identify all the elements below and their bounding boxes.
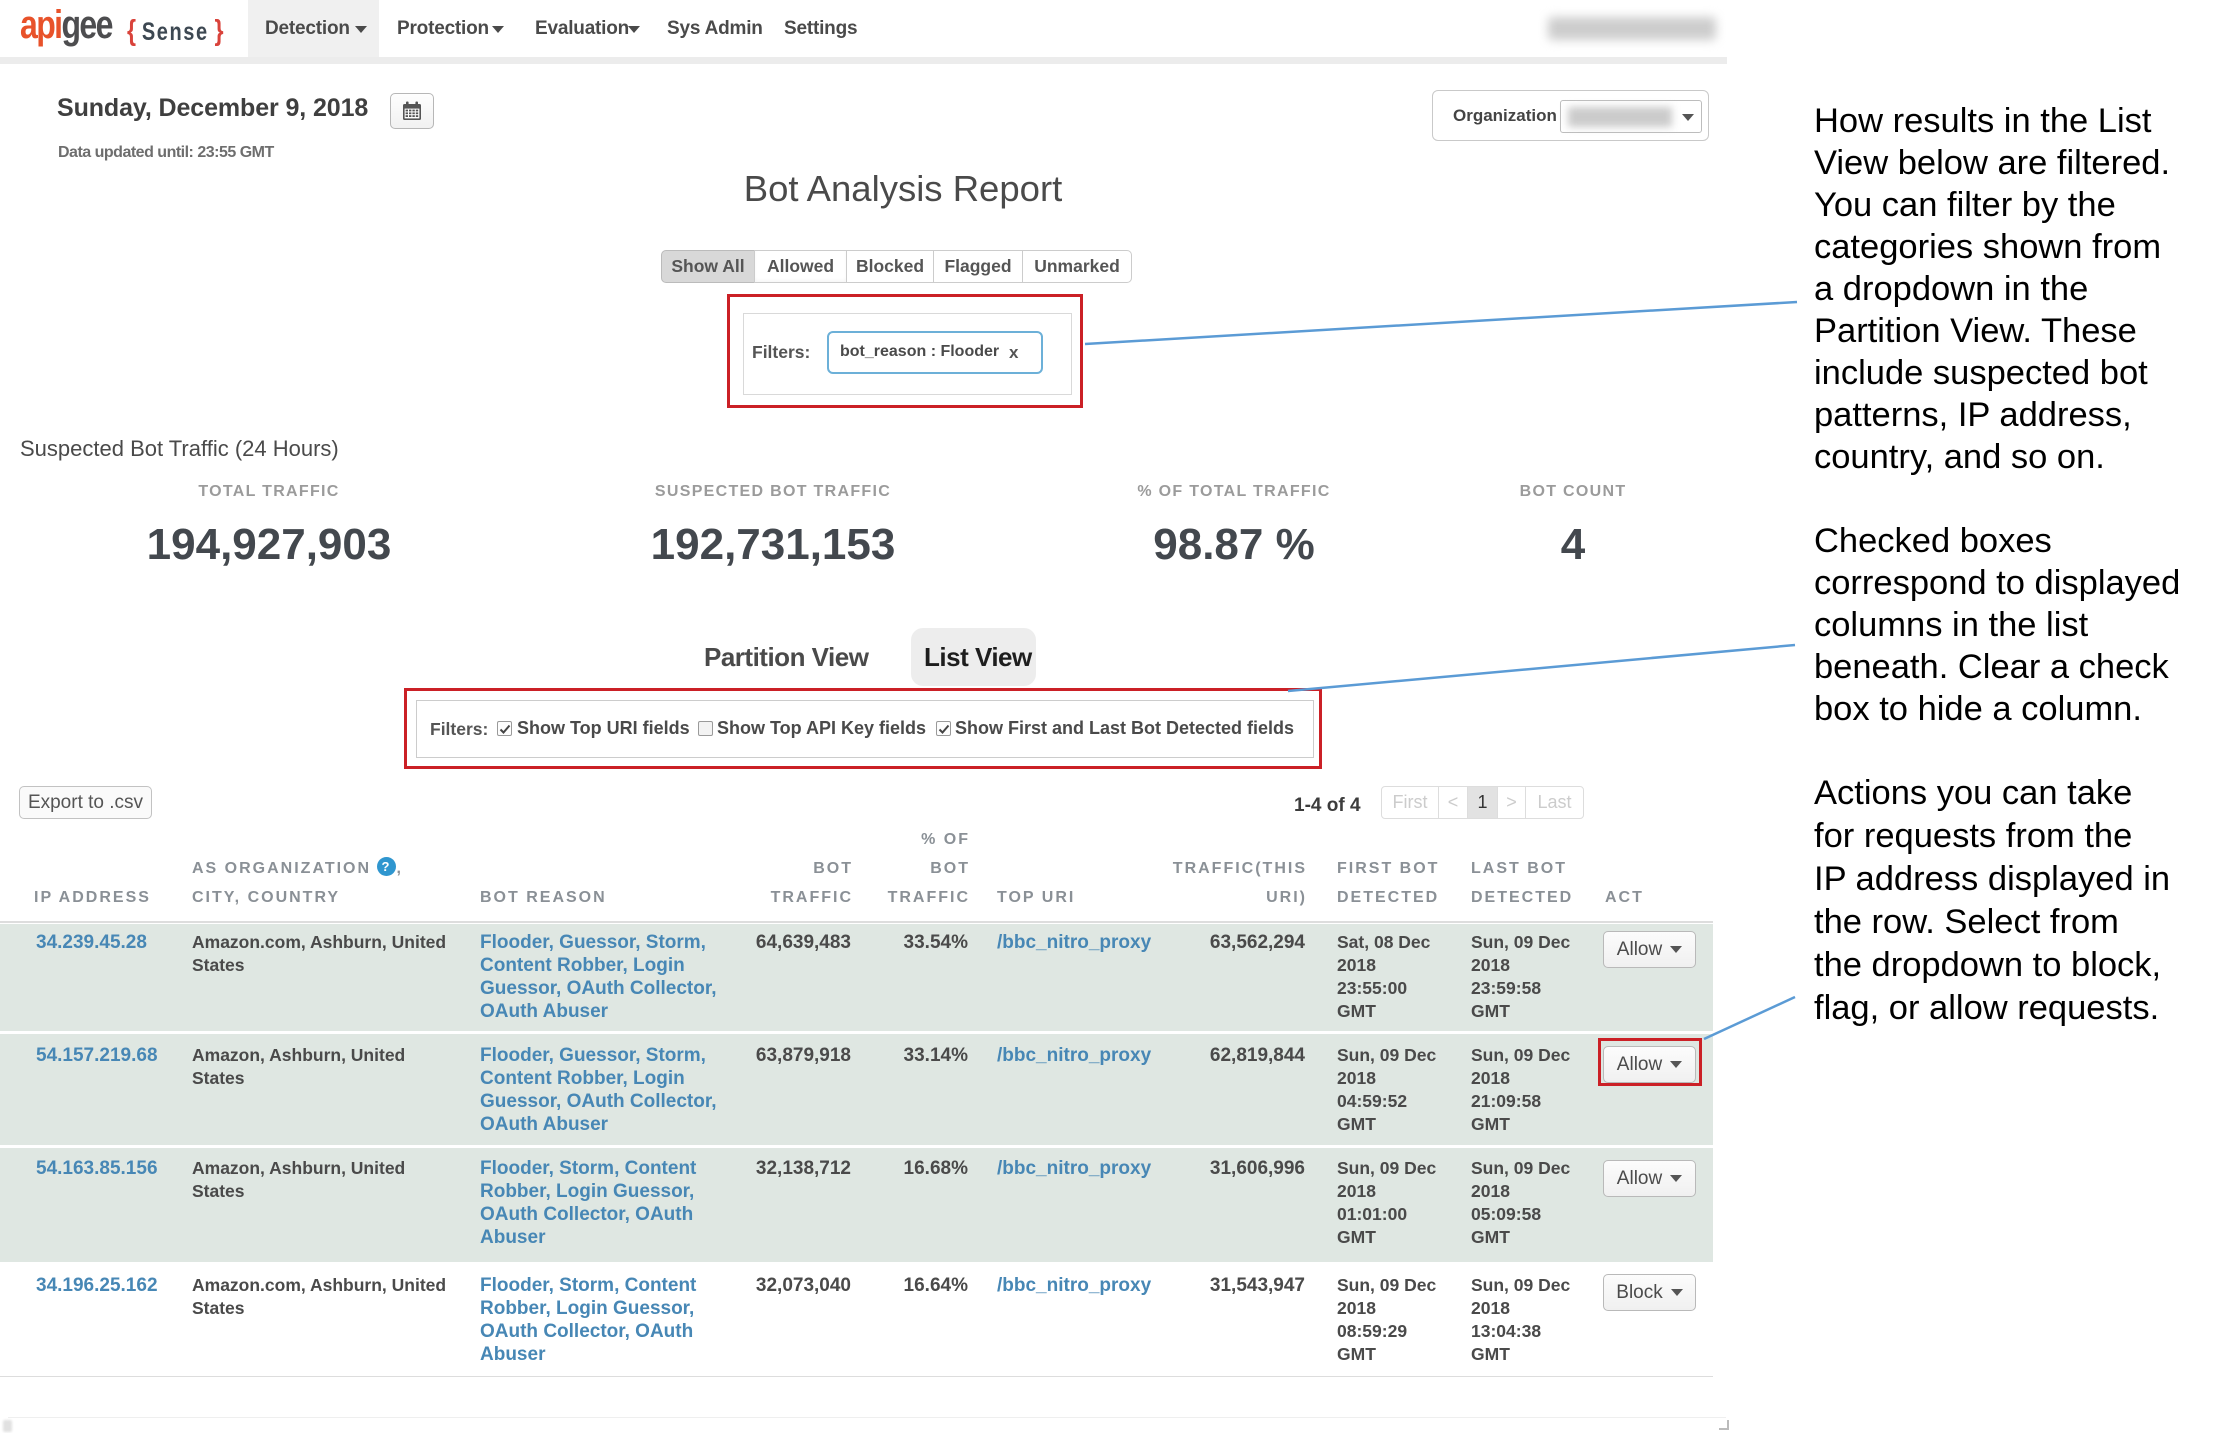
svg-text:?: ? bbox=[382, 859, 392, 874]
